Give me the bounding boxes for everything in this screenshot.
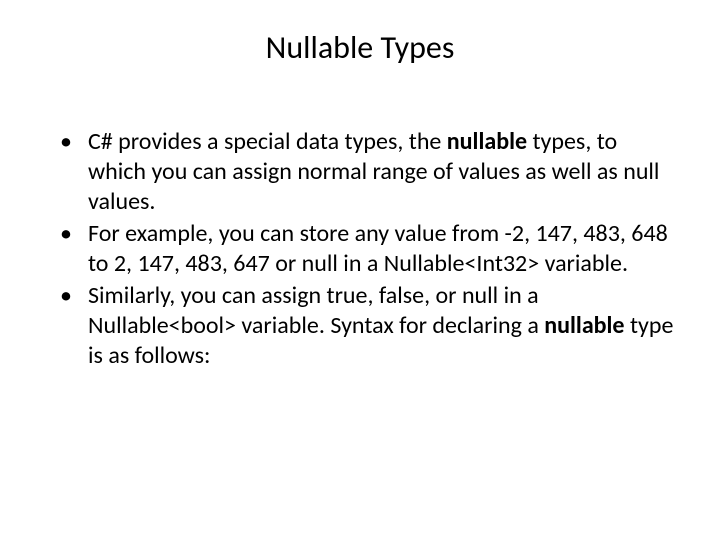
text-run: Similarly, you can assign true, false, o…	[88, 281, 544, 340]
bullet-text-2: Similarly, you can assign true, false, o…	[88, 281, 680, 371]
bullet-marker: •	[60, 219, 88, 279]
slide-title: Nullable Types	[40, 28, 680, 67]
bullet-text-1: For example, you can store any value fro…	[88, 219, 680, 279]
text-run: C# provides a special data types, the	[88, 127, 447, 156]
bullet-marker: •	[60, 281, 88, 371]
bullet-item: • For example, you can store any value f…	[60, 219, 680, 279]
text-run: For example, you can store any value fro…	[88, 219, 668, 278]
text-run: nullable	[544, 311, 624, 340]
bullet-marker: •	[60, 127, 88, 217]
text-run: nullable	[447, 127, 527, 156]
bullet-item: • Similarly, you can assign true, false,…	[60, 281, 680, 371]
bullet-item: • C# provides a special data types, the …	[60, 127, 680, 217]
bullet-text-0: C# provides a special data types, the nu…	[88, 127, 680, 217]
slide-content: • C# provides a special data types, the …	[40, 127, 680, 371]
